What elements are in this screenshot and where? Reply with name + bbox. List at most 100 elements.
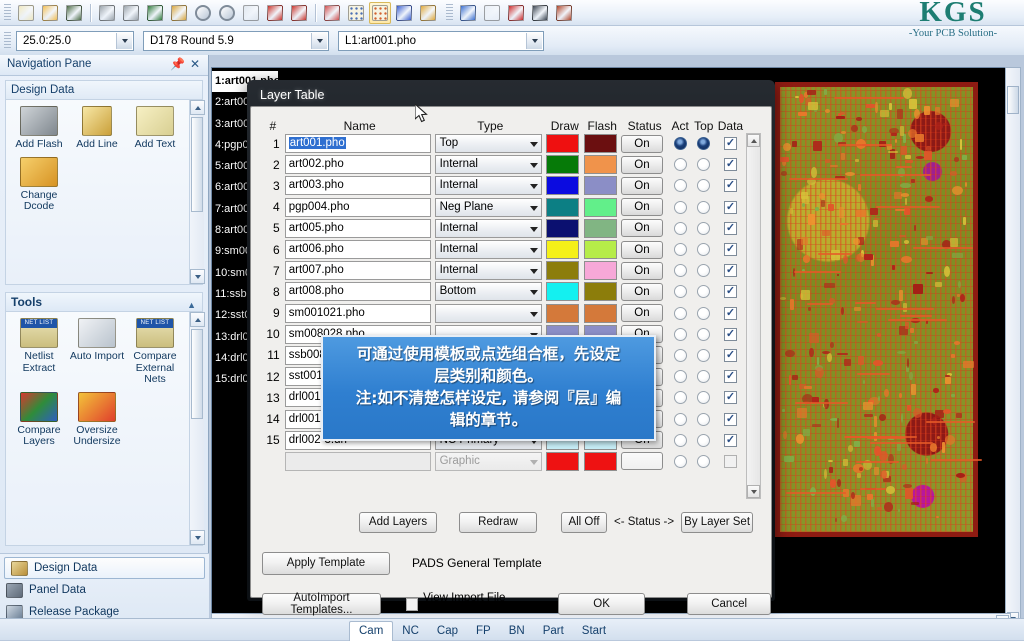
layer-type-dropdown[interactable] (434, 303, 542, 323)
top-radio[interactable] (697, 179, 711, 193)
data-checkbox[interactable]: ✓ (723, 200, 737, 214)
act-radio[interactable] (673, 391, 687, 405)
act-radio[interactable] (673, 433, 687, 447)
copy-pages-icon[interactable] (481, 2, 503, 24)
top-radio[interactable] (697, 391, 711, 405)
layer-name-input[interactable]: art007.pho (284, 261, 431, 281)
canvas-vertical-scrollbar[interactable] (1005, 67, 1021, 627)
flash-color-swatch[interactable] (583, 218, 617, 238)
scroll-up-icon[interactable] (190, 100, 205, 115)
draw-color-swatch[interactable] (546, 155, 580, 175)
layer-type-dropdown[interactable]: Internal (434, 240, 542, 260)
act-radio[interactable] (673, 306, 687, 320)
data-checkbox[interactable]: ✓ (723, 391, 737, 405)
draw-color-swatch[interactable] (546, 240, 580, 260)
top-radio[interactable] (697, 221, 711, 235)
section-header-design-data[interactable]: Design Data (5, 80, 203, 99)
data-checkbox[interactable]: ✓ (723, 137, 737, 151)
act-radio[interactable] (673, 179, 687, 193)
layer-type-dropdown[interactable]: Bottom (434, 282, 542, 302)
top-radio[interactable] (697, 264, 711, 278)
design-item-add-flash[interactable]: Add Flash (10, 106, 68, 151)
top-radio[interactable] (697, 285, 711, 299)
grid-dots-icon[interactable] (345, 2, 367, 24)
flash-color-swatch[interactable] (583, 261, 617, 281)
flash-color-swatch[interactable] (583, 197, 617, 217)
top-radio[interactable] (697, 306, 711, 320)
move-cross-icon[interactable] (457, 2, 479, 24)
top-radio[interactable] (697, 158, 711, 172)
draw-color-swatch[interactable] (546, 134, 580, 154)
act-radio[interactable] (673, 137, 687, 151)
act-radio[interactable] (673, 285, 687, 299)
view-import-file-names-checkbox[interactable]: View Import File Names (406, 592, 536, 616)
save-disk-icon[interactable] (63, 2, 85, 24)
data-checkbox[interactable]: ✓ (723, 221, 737, 235)
grid-plus-icon[interactable] (369, 1, 391, 24)
scroll-down-icon[interactable] (747, 485, 760, 498)
design-panel-scrollbar[interactable] (189, 100, 205, 284)
statusbar-tab-fp[interactable]: FP (467, 621, 500, 641)
top-radio[interactable] (697, 327, 711, 341)
data-checkbox[interactable] (723, 454, 737, 468)
table-scrollbar[interactable] (746, 133, 761, 499)
scroll-up-icon[interactable] (747, 134, 760, 147)
redraw-button[interactable]: Redraw (459, 511, 537, 533)
rotate-icon[interactable] (529, 2, 551, 24)
statusbar-tab-bn[interactable]: BN (500, 621, 534, 641)
layer-name-input[interactable] (284, 451, 431, 471)
top-radio[interactable] (697, 454, 711, 468)
data-checkbox[interactable]: ✓ (723, 158, 737, 172)
zoom-out-icon[interactable] (216, 2, 238, 24)
layer-type-dropdown[interactable]: Neg Plane (434, 197, 542, 217)
data-checkbox[interactable]: ✓ (723, 412, 737, 426)
chevron-down-icon[interactable] (311, 32, 327, 49)
status-toggle-button[interactable] (620, 452, 663, 471)
draw-color-swatch[interactable] (546, 176, 580, 196)
scale-combo[interactable]: 25.0:25.0 (16, 30, 134, 51)
layer-type-dropdown[interactable]: Internal (434, 176, 542, 196)
scroll-down-icon[interactable] (190, 269, 205, 284)
zoom-in-icon[interactable] (192, 2, 214, 24)
data-checkbox[interactable]: ✓ (723, 285, 737, 299)
status-toggle-button[interactable]: On (620, 176, 663, 195)
scrollbar-thumb[interactable] (191, 117, 203, 212)
add-layers-button[interactable]: Add Layers (359, 511, 437, 533)
statusbar-tab-nc[interactable]: NC (393, 621, 428, 641)
redo-curve-icon[interactable] (120, 2, 142, 24)
statusbar-tab-start[interactable]: Start (573, 621, 615, 641)
draw-color-swatch[interactable] (546, 282, 580, 302)
design-item-add-line[interactable]: Add Line (68, 106, 126, 151)
delete-x-icon[interactable] (505, 2, 527, 24)
status-toggle-button[interactable]: On (620, 261, 663, 280)
act-radio[interactable] (673, 412, 687, 426)
autoimport-templates-button[interactable]: AutoImport Templates... (262, 592, 381, 616)
act-radio[interactable] (673, 158, 687, 172)
snapshot-red-icon[interactable] (264, 2, 286, 24)
flash-color-swatch[interactable] (583, 303, 617, 323)
data-checkbox[interactable]: ✓ (723, 243, 737, 257)
act-radio[interactable] (673, 348, 687, 362)
layer-type-dropdown[interactable]: Internal (434, 261, 542, 281)
status-toggle-button[interactable]: On (620, 198, 663, 217)
scrollbar-thumb[interactable] (191, 329, 203, 419)
tools-item-compare-external-nets[interactable]: NET LIST Compare External Nets (126, 318, 184, 386)
top-radio[interactable] (697, 348, 711, 362)
checkbox-box[interactable] (406, 597, 419, 611)
toolbar-grip[interactable] (4, 3, 11, 22)
act-radio[interactable] (673, 264, 687, 278)
table-row[interactable]: 2 art002.pho Internal On ✓ (261, 154, 761, 175)
table-row[interactable]: 9 sm001021.pho On ✓ (261, 303, 761, 324)
data-checkbox[interactable]: ✓ (723, 370, 737, 384)
table-row[interactable]: 5 art005.pho Internal On ✓ (261, 218, 761, 239)
flash-color-swatch[interactable] (583, 240, 617, 260)
data-checkbox[interactable]: ✓ (723, 306, 737, 320)
statusbar-tab-cap[interactable]: Cap (428, 621, 467, 641)
top-radio[interactable] (697, 200, 711, 214)
act-radio[interactable] (673, 243, 687, 257)
statusbar-tab-cam[interactable]: Cam (349, 620, 394, 641)
status-toggle-button[interactable]: On (620, 219, 663, 238)
top-radio[interactable] (697, 433, 711, 447)
layer-type-dropdown[interactable]: Top (434, 134, 542, 154)
design-item-add-text[interactable]: Add Text (126, 106, 184, 151)
